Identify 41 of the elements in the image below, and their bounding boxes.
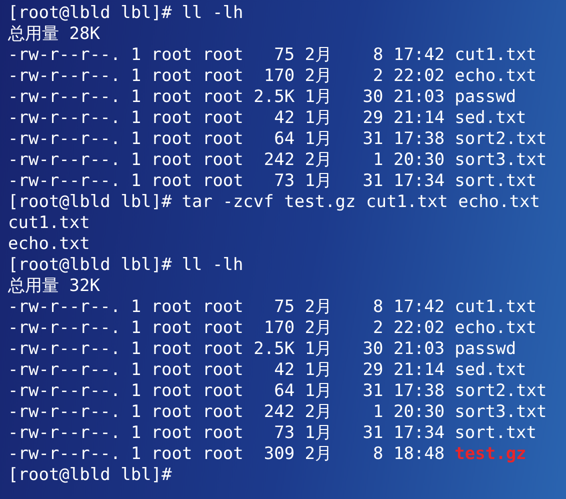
file-name: echo.txt [454,66,537,87]
file-name: sort3.txt [454,150,547,171]
file-name: sort.txt [454,171,537,192]
file-details: -rw-r--r--. 1 root root 2.5K 1月 30 21:03 [8,339,445,360]
file-name: passwd [454,339,516,360]
output-text: 总用量 28K [8,24,100,45]
file-details: -rw-r--r--. 1 root root 242 2月 1 20:30 [8,402,445,423]
file-details: -rw-r--r--. 1 root root 64 1月 31 17:38 [8,129,445,150]
file-details: -rw-r--r--. 1 root root 75 2月 8 17:42 [8,297,445,318]
output-text: 总用量 32K [8,276,100,297]
file-name: cut1.txt [454,297,537,318]
file-details: -rw-r--r--. 1 root root 309 2月 8 18:48 [8,444,445,465]
shell-prompt: [root@lbld lbl]# [8,192,172,213]
output-text: cut1.txt [8,213,90,234]
command-text: ll -lh [182,3,244,24]
file-details: -rw-r--r--. 1 root root 64 1月 31 17:38 [8,381,445,402]
shell-prompt: [root@lbld lbl]# [8,465,172,486]
command-text: ll -lh [182,255,244,276]
file-name: sort.txt [454,423,537,444]
file-details: -rw-r--r--. 1 root root 73 1月 31 17:34 [8,423,445,444]
file-details: -rw-r--r--. 1 root root 242 2月 1 20:30 [8,150,445,171]
file-name: sort3.txt [454,402,547,423]
file-name: sort2.txt [454,381,547,402]
file-name: cut1.txt [454,45,537,66]
file-details: -rw-r--r--. 1 root root 42 1月 29 21:14 [8,360,445,381]
file-name: sort2.txt [454,129,547,150]
file-details: -rw-r--r--. 1 root root 75 2月 8 17:42 [8,45,445,66]
file-name: passwd [454,87,516,108]
file-details: -rw-r--r--. 1 root root 73 1月 31 17:34 [8,171,445,192]
file-details: -rw-r--r--. 1 root root 170 2月 2 22:02 [8,66,445,87]
file-name: sed.txt [454,108,526,129]
file-details: -rw-r--r--. 1 root root 2.5K 1月 30 21:03 [8,87,445,108]
file-details: -rw-r--r--. 1 root root 170 2月 2 22:02 [8,318,445,339]
file-name: echo.txt [454,318,537,339]
file-name: test.gz [454,444,526,465]
output-text: echo.txt [8,234,90,255]
shell-prompt: [root@lbld lbl]# [8,3,172,24]
shell-prompt: [root@lbld lbl]# [8,255,172,276]
file-name: sed.txt [454,360,526,381]
command-text: tar -zcvf test.gz cut1.txt echo.txt [182,192,540,213]
file-details: -rw-r--r--. 1 root root 42 1月 29 21:14 [8,108,445,129]
